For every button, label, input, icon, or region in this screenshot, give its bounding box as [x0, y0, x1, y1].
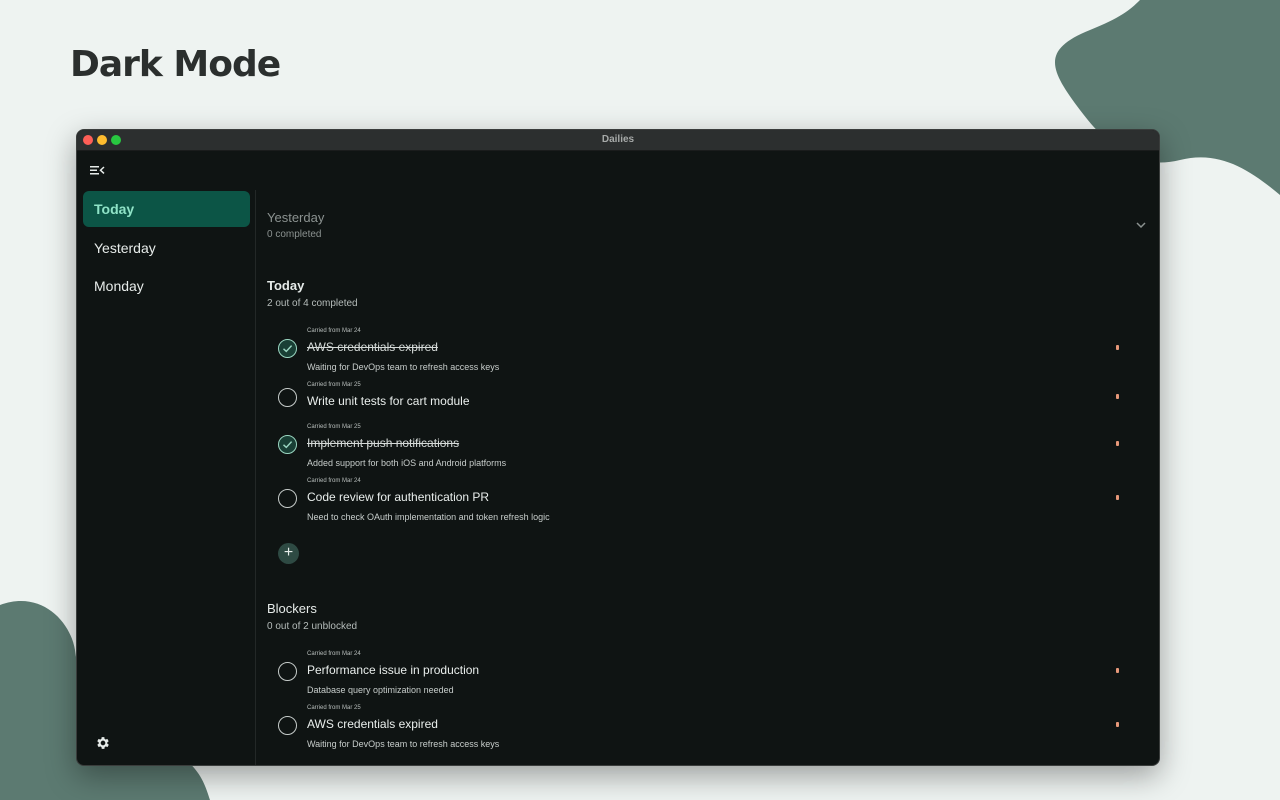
task-title[interactable]: Write unit tests for cart module	[307, 394, 470, 408]
carried-label: Carried from Mar 24	[307, 478, 361, 484]
checkbox-checked[interactable]	[278, 435, 297, 454]
checkbox-unchecked[interactable]	[278, 388, 297, 407]
task-description: Waiting for DevOps team to refresh acces…	[307, 362, 500, 372]
section-subtitle-yesterday: 0 completed	[267, 229, 322, 240]
task-title[interactable]: Code review for authentication PR	[307, 490, 489, 504]
priority-flag[interactable]	[1116, 495, 1119, 500]
task-description: Database query optimization needed	[307, 685, 454, 695]
task-item: Carried from Mar 25 Implement push notif…	[267, 424, 1137, 474]
task-title[interactable]: Performance issue in production	[307, 663, 479, 677]
checkbox-unchecked[interactable]	[278, 662, 297, 681]
menu-collapse-icon[interactable]	[89, 163, 105, 177]
task-item: Carried from Mar 25 AWS credentials expi…	[267, 705, 1137, 755]
task-title[interactable]: AWS credentials expired	[307, 340, 438, 354]
sidebar-item-yesterday[interactable]: Yesterday	[83, 230, 250, 266]
priority-flag[interactable]	[1116, 345, 1119, 350]
section-subtitle-today: 2 out of 4 completed	[267, 298, 358, 309]
sidebar-item-monday[interactable]: Monday	[83, 268, 250, 304]
sidebar-item-today[interactable]: Today	[83, 191, 250, 227]
carried-label: Carried from Mar 24	[307, 651, 361, 657]
sidebar: Today Yesterday Monday	[77, 190, 256, 765]
checkbox-unchecked[interactable]	[278, 716, 297, 735]
carried-label: Carried from Mar 25	[307, 705, 361, 711]
window-title: Dailies	[601, 134, 635, 145]
main-content: Yesterday 0 completed Today 2 out of 4 c…	[267, 190, 1159, 765]
hero-title: Dark Mode	[70, 44, 281, 85]
section-title-yesterday: Yesterday	[267, 210, 325, 225]
task-item: Carried from Mar 24 AWS credentials expi…	[267, 328, 1137, 378]
gear-icon[interactable]	[95, 735, 111, 751]
task-item: Carried from Mar 24 Code review for auth…	[267, 478, 1137, 528]
section-subtitle-blockers: 0 out of 2 unblocked	[267, 621, 358, 632]
title-bar: Dailies	[77, 130, 1159, 151]
task-description: Need to check OAuth implementation and t…	[307, 512, 550, 522]
carried-label: Carried from Mar 24	[307, 328, 361, 334]
priority-flag[interactable]	[1116, 722, 1119, 727]
checkbox-unchecked[interactable]	[278, 489, 297, 508]
carried-label: Carried from Mar 25	[307, 424, 361, 430]
app-window: Dailies Today Yesterday Monday Yesterday…	[76, 129, 1160, 766]
task-description: Waiting for DevOps team to refresh acces…	[307, 739, 500, 749]
section-title-today: Today	[267, 278, 305, 293]
task-description: Added support for both iOS and Android p…	[307, 458, 507, 468]
section-title-blockers: Blockers	[267, 601, 317, 616]
task-title[interactable]: AWS credentials expired	[307, 717, 438, 731]
carried-label: Carried from Mar 25	[307, 382, 361, 388]
priority-flag[interactable]	[1116, 441, 1119, 446]
add-task-button[interactable]: +	[278, 543, 299, 564]
priority-flag[interactable]	[1116, 668, 1119, 673]
priority-flag[interactable]	[1116, 394, 1119, 399]
checkbox-checked[interactable]	[278, 339, 297, 358]
task-item: Carried from Mar 24 Performance issue in…	[267, 651, 1137, 701]
chevron-down-icon[interactable]	[1135, 218, 1147, 230]
task-title[interactable]: Implement push notifications	[307, 436, 459, 450]
